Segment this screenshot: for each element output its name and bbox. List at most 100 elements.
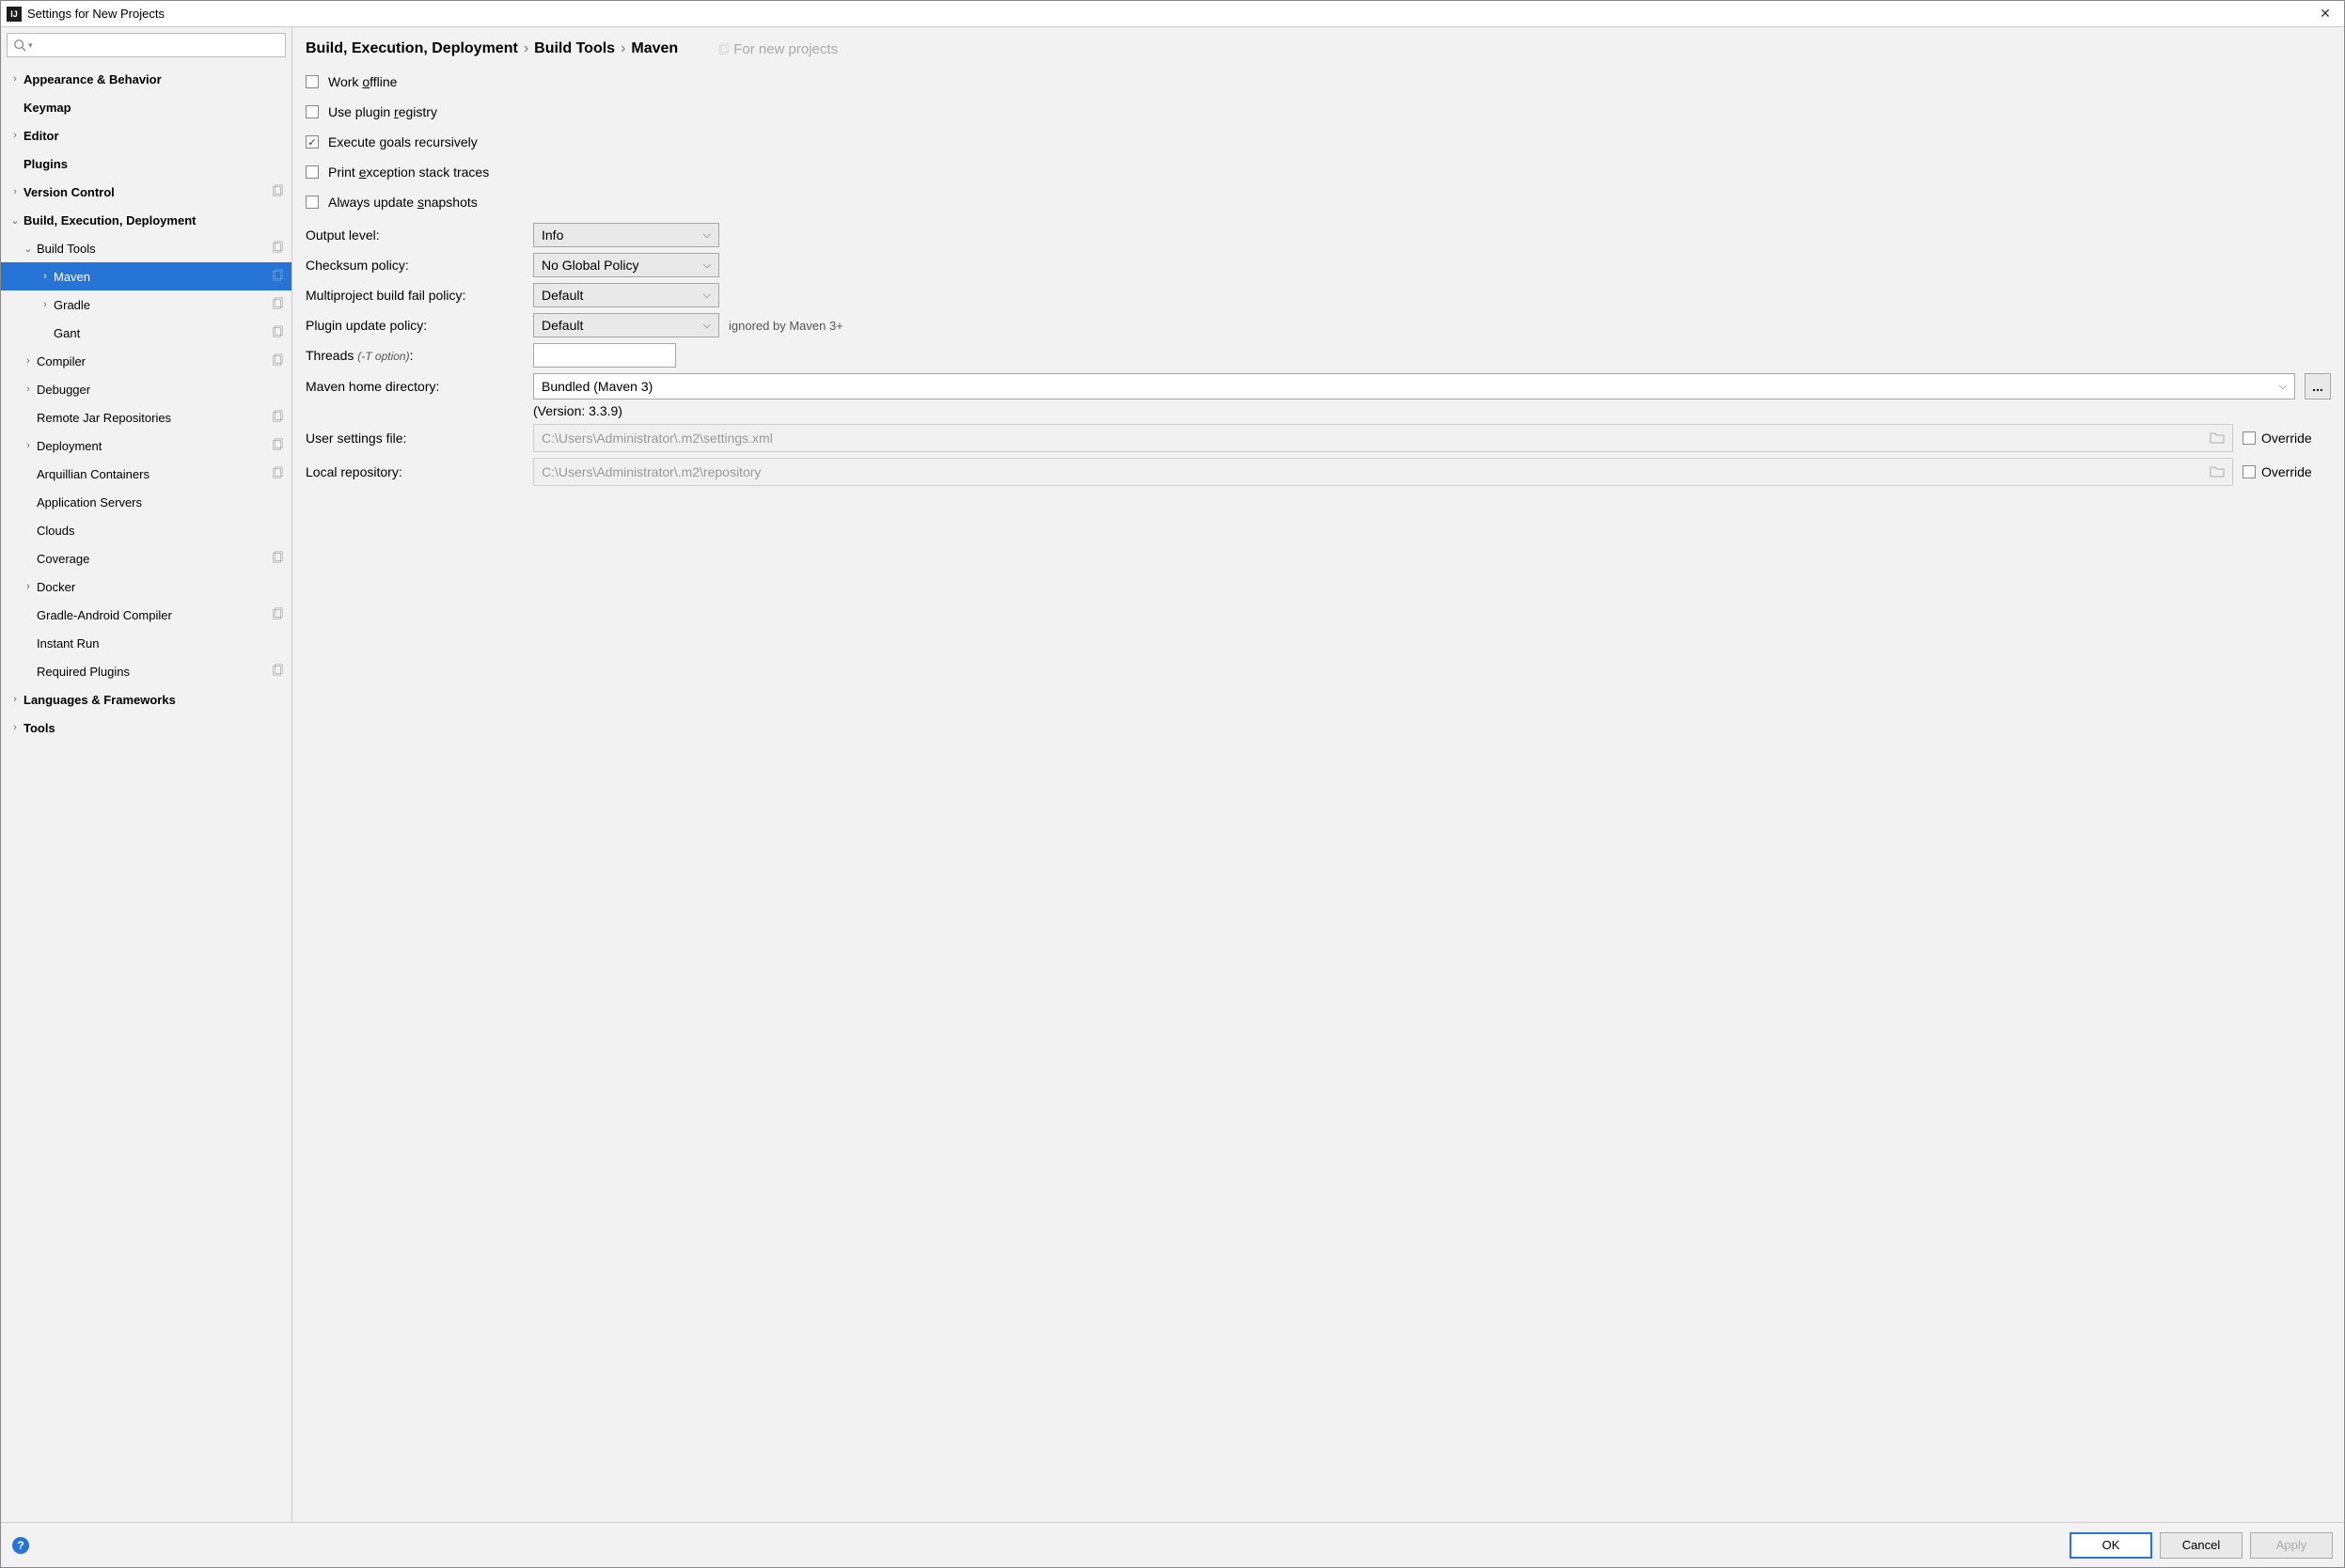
checksum-label: Checksum policy: <box>306 258 524 273</box>
override-label[interactable]: Override <box>2261 464 2312 479</box>
tree-item-label: Compiler <box>37 354 267 368</box>
plugin-registry-label[interactable]: Use plugin registry <box>328 104 437 119</box>
tree-item-label: Deployment <box>37 439 267 453</box>
tree-item[interactable]: ›Maven <box>1 262 291 290</box>
chevron-right-icon: › <box>22 355 35 367</box>
maven-home-label: Maven home directory: <box>306 379 524 394</box>
tree-item[interactable]: ›Required Plugins <box>1 657 291 685</box>
tree-item[interactable]: ›Remote Jar Repositories <box>1 403 291 431</box>
tree-item[interactable]: ›Appearance & Behavior <box>1 65 291 93</box>
help-button[interactable]: ? <box>12 1537 29 1554</box>
output-level-value: Info <box>542 227 563 243</box>
tree-item-label: Appearance & Behavior <box>24 72 284 86</box>
tree-item[interactable]: ›Tools <box>1 713 291 742</box>
form-table: Output level: Info ⌵ Checksum policy: No… <box>306 223 2331 368</box>
update-snapshots-checkbox[interactable] <box>306 196 319 209</box>
exec-recursive-label[interactable]: Execute goals recursively <box>328 134 478 149</box>
override-label[interactable]: Override <box>2261 431 2312 446</box>
tree-item[interactable]: ›Arquillian Containers <box>1 460 291 488</box>
tree-item[interactable]: ›Clouds <box>1 516 291 544</box>
crumb-3: Maven <box>631 40 678 57</box>
tree-item[interactable]: ›Editor <box>1 121 291 149</box>
tree-item[interactable]: ›Plugins <box>1 149 291 178</box>
tree-item[interactable]: ›Debugger <box>1 375 291 403</box>
search-input[interactable] <box>37 39 285 53</box>
output-level-select[interactable]: Info ⌵ <box>533 223 719 247</box>
breadcrumb-note: For new projects <box>717 41 838 57</box>
work-offline-checkbox[interactable] <box>306 75 319 88</box>
tree-item-label: Build, Execution, Deployment <box>24 213 284 227</box>
print-exception-checkbox[interactable] <box>306 165 319 179</box>
maven-home-browse-button[interactable]: ... <box>2305 373 2331 400</box>
chevron-right-icon: › <box>8 73 22 85</box>
fail-policy-select[interactable]: Default ⌵ <box>533 283 719 307</box>
tree-item-label: Build Tools <box>37 242 267 256</box>
plugin-update-select[interactable]: Default ⌵ <box>533 313 719 337</box>
chevron-down-icon: ⌄ <box>22 243 35 255</box>
chevron-right-icon: › <box>8 102 22 113</box>
output-level-label: Output level: <box>306 227 524 243</box>
maven-home-combo[interactable]: Bundled (Maven 3) ⌵ <box>533 373 2295 400</box>
chevron-right-icon: › <box>22 581 35 592</box>
tree-item[interactable]: ›Coverage <box>1 544 291 572</box>
tree-item-label: Keymap <box>24 101 284 115</box>
breadcrumb-note-text: For new projects <box>733 41 838 57</box>
plugin-registry-row: Use plugin registry <box>306 97 2331 127</box>
tree-item[interactable]: ›Deployment <box>1 431 291 460</box>
app-icon: IJ <box>7 7 22 22</box>
tree-item[interactable]: ⌄Build, Execution, Deployment <box>1 206 291 234</box>
crumb-2[interactable]: Build Tools <box>534 40 615 57</box>
chevron-right-icon: › <box>22 553 35 564</box>
chevron-right-icon: › <box>22 609 35 620</box>
titlebar: IJ Settings for New Projects ✕ <box>1 1 2344 27</box>
update-snapshots-label[interactable]: Always update snapshots <box>328 195 478 210</box>
tree-item[interactable]: ›Gradle-Android Compiler <box>1 601 291 629</box>
settings-window: IJ Settings for New Projects ✕ ▾ ›Appear… <box>0 0 2345 1568</box>
tree-item[interactable]: ›Gant <box>1 319 291 347</box>
version-row: (Version: 3.3.9) <box>306 403 2331 418</box>
chevron-right-icon: › <box>8 158 22 169</box>
tree-item[interactable]: ›Compiler <box>1 347 291 375</box>
breadcrumb: Build, Execution, Deployment › Build Too… <box>292 27 2344 67</box>
local-repo-value: C:\Users\Administrator\.m2\repository <box>542 464 761 479</box>
plugin-registry-checkbox[interactable] <box>306 105 319 118</box>
tree-item[interactable]: ›Languages & Frameworks <box>1 685 291 713</box>
local-repo-label: Local repository: <box>306 464 524 479</box>
crumb-1[interactable]: Build, Execution, Deployment <box>306 40 518 57</box>
chevron-right-icon: › <box>39 271 52 282</box>
tree-item-label: Instant Run <box>37 636 284 651</box>
folder-icon[interactable] <box>2210 431 2225 447</box>
work-offline-label[interactable]: Work offline <box>328 74 397 89</box>
tree-item[interactable]: ⌄Build Tools <box>1 234 291 262</box>
local-repo-override-checkbox[interactable] <box>2243 465 2256 478</box>
search-box[interactable]: ▾ <box>7 33 286 57</box>
apply-button[interactable]: Apply <box>2250 1532 2333 1559</box>
tree-item[interactable]: ›Gradle <box>1 290 291 319</box>
update-snapshots-row: Always update snapshots <box>306 187 2331 217</box>
chevron-down-icon: ⌵ <box>2279 381 2287 393</box>
checksum-select[interactable]: No Global Policy ⌵ <box>533 253 719 277</box>
tree-item[interactable]: ›Instant Run <box>1 629 291 657</box>
user-settings-override-checkbox[interactable] <box>2243 431 2256 445</box>
folder-icon[interactable] <box>2210 464 2225 480</box>
user-settings-row: User settings file: C:\Users\Administrat… <box>306 424 2331 452</box>
print-exception-row: Print exception stack traces <box>306 157 2331 187</box>
tree-item[interactable]: ›Keymap <box>1 93 291 121</box>
copy-icon <box>267 241 284 257</box>
fail-policy-value: Default <box>542 288 583 303</box>
chevron-right-icon: › <box>39 327 52 338</box>
copy-icon <box>267 297 284 313</box>
tree-item-label: Docker <box>37 580 284 594</box>
tree-item[interactable]: ›Version Control <box>1 178 291 206</box>
tree-item[interactable]: ›Application Servers <box>1 488 291 516</box>
window-title: Settings for New Projects <box>27 7 2312 21</box>
exec-recursive-checkbox[interactable]: ✓ <box>306 135 319 149</box>
print-exception-label[interactable]: Print exception stack traces <box>328 165 489 180</box>
tree-item[interactable]: ›Docker <box>1 572 291 601</box>
threads-input[interactable] <box>533 343 676 368</box>
search-dropdown-icon[interactable]: ▾ <box>28 40 33 51</box>
cancel-button[interactable]: Cancel <box>2160 1532 2243 1559</box>
ok-button[interactable]: OK <box>2070 1532 2152 1559</box>
close-button[interactable]: ✕ <box>2312 6 2338 22</box>
user-settings-label: User settings file: <box>306 431 524 446</box>
